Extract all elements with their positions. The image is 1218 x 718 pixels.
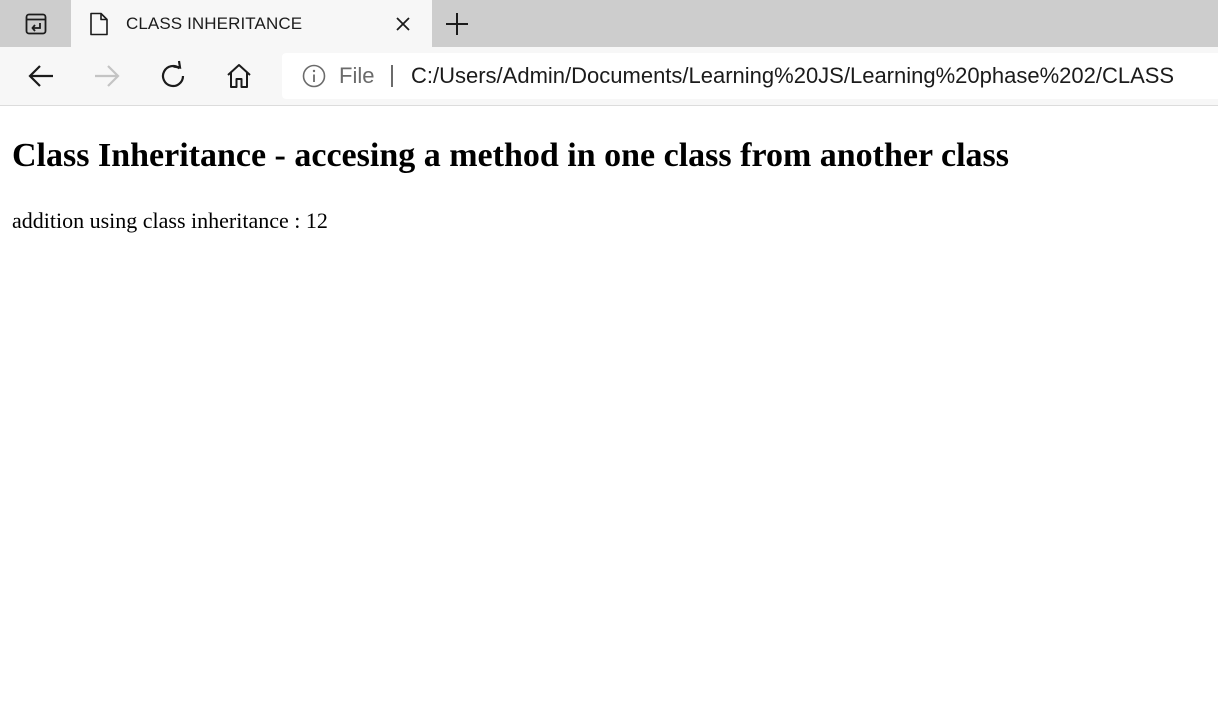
- page-title: Class Inheritance - accesing a method in…: [12, 137, 1009, 174]
- info-icon[interactable]: [302, 64, 326, 88]
- result-text: addition using class inheritance : 12: [12, 208, 328, 233]
- address-divider: [391, 65, 393, 87]
- back-button[interactable]: [25, 60, 57, 92]
- scheme-label: File: [339, 63, 375, 88]
- refresh-icon: [161, 60, 185, 88]
- home-button[interactable]: [223, 60, 255, 92]
- tab-strip: CLASS INHERITANCE: [0, 0, 1218, 47]
- browser-toolbar: File C:/Users/Admin/Documents/Learning%2…: [0, 47, 1218, 106]
- close-icon[interactable]: [393, 14, 413, 34]
- url-text[interactable]: C:/Users/Admin/Documents/Learning%20JS/L…: [411, 53, 1174, 99]
- page-content: Class Inheritance - accesing a method in…: [0, 107, 1218, 718]
- tab-actions-button[interactable]: [0, 0, 71, 47]
- document-icon: [90, 12, 108, 36]
- tab-class-inheritance[interactable]: CLASS INHERITANCE: [71, 0, 432, 47]
- arrow-right-icon: [95, 65, 120, 87]
- tab-title: CLASS INHERITANCE: [126, 14, 303, 33]
- plus-icon[interactable]: [443, 10, 471, 38]
- address-bar[interactable]: File C:/Users/Admin/Documents/Learning%2…: [282, 53, 1218, 99]
- home-icon: [227, 64, 251, 88]
- tab-actions-icon: [25, 13, 46, 34]
- refresh-button[interactable]: [157, 60, 189, 92]
- arrow-left-icon: [28, 65, 53, 87]
- forward-button[interactable]: [91, 60, 123, 92]
